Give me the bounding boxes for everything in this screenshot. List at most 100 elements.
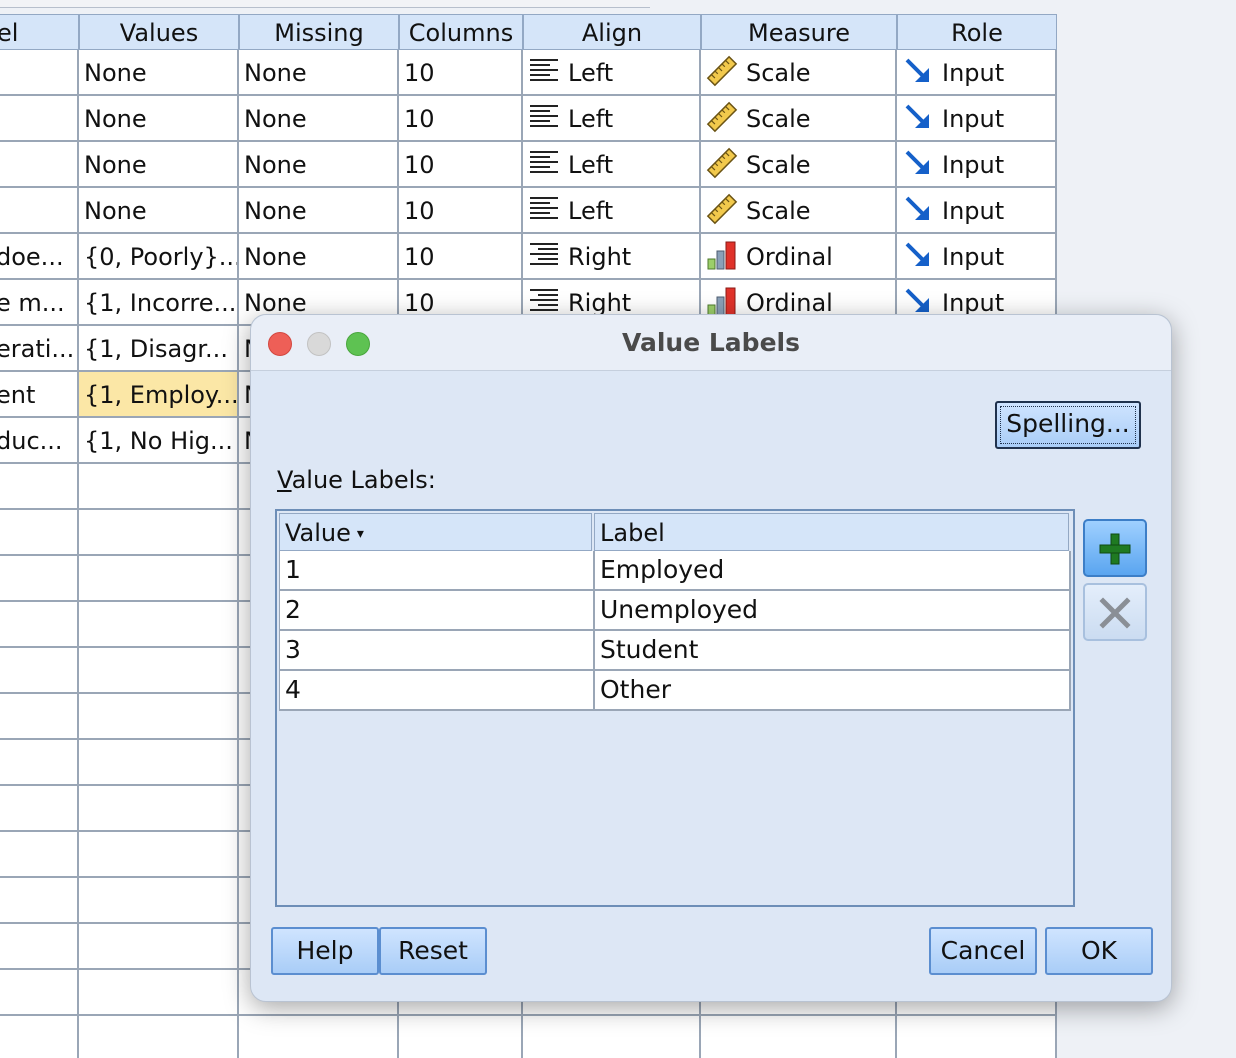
value-labels-table[interactable]: Value ▾ Label 1 Employed 2 Unemployed 3 Studen… xyxy=(275,509,1075,907)
empty-cell[interactable] xyxy=(79,694,239,740)
empty-cell[interactable] xyxy=(0,510,79,556)
role-column-header[interactable]: Role xyxy=(897,14,1057,50)
missing-column-header[interactable]: Missing xyxy=(239,14,399,50)
empty-cell[interactable] xyxy=(701,1016,897,1058)
measure-cell[interactable]: Scale xyxy=(701,50,897,96)
columns-cell[interactable]: 10 xyxy=(399,50,523,96)
missing-cell[interactable]: None xyxy=(239,96,399,142)
ok-button[interactable]: OK xyxy=(1045,927,1153,975)
table-row[interactable]: 2 Unemployed xyxy=(279,591,1071,631)
cancel-button[interactable]: Cancel xyxy=(929,927,1037,975)
table-row[interactable]: 1 Employed xyxy=(279,551,1071,591)
empty-cell[interactable] xyxy=(79,556,239,602)
align-cell[interactable]: Left xyxy=(523,96,701,142)
empty-cell[interactable] xyxy=(0,786,79,832)
missing-cell[interactable]: None xyxy=(239,188,399,234)
measure-cell[interactable]: Scale xyxy=(701,142,897,188)
close-window-button[interactable] xyxy=(268,332,292,356)
empty-cell[interactable] xyxy=(79,786,239,832)
empty-cell[interactable] xyxy=(0,648,79,694)
missing-cell[interactable]: None xyxy=(239,50,399,96)
value-cell[interactable]: 2 xyxy=(279,591,595,631)
empty-cell[interactable] xyxy=(79,510,239,556)
values-column-header[interactable]: Values xyxy=(79,14,239,50)
empty-cell[interactable] xyxy=(239,1016,399,1058)
values-cell[interactable]: None xyxy=(79,96,239,142)
empty-cell[interactable] xyxy=(0,924,79,970)
columns-cell[interactable]: 10 xyxy=(399,234,523,280)
align-cell[interactable]: Left xyxy=(523,188,701,234)
reset-button[interactable]: Reset xyxy=(379,927,487,975)
label-cell[interactable]: Employed xyxy=(595,551,1071,591)
label-cell[interactable]: ent xyxy=(0,372,79,418)
values-cell[interactable]: None xyxy=(79,142,239,188)
label-cell[interactable]: Other xyxy=(595,671,1071,711)
empty-cell[interactable] xyxy=(0,878,79,924)
empty-cell[interactable] xyxy=(79,602,239,648)
empty-cell[interactable] xyxy=(79,878,239,924)
measure-cell[interactable]: Scale xyxy=(701,96,897,142)
measure-column-header[interactable]: Measure xyxy=(701,14,897,50)
values-cell[interactable]: None xyxy=(79,50,239,96)
empty-cell[interactable] xyxy=(79,740,239,786)
label-cell[interactable]: erati... xyxy=(0,326,79,372)
measure-cell[interactable]: Ordinal xyxy=(701,234,897,280)
label-cell[interactable] xyxy=(0,188,79,234)
label-cell[interactable]: Student xyxy=(595,631,1071,671)
empty-cell[interactable] xyxy=(0,832,79,878)
table-row[interactable]: 4 Other xyxy=(279,671,1071,711)
role-cell[interactable]: Input xyxy=(897,50,1057,96)
add-label-button[interactable] xyxy=(1083,519,1147,577)
label-cell[interactable] xyxy=(0,96,79,142)
empty-cell[interactable] xyxy=(79,924,239,970)
label-cell[interactable] xyxy=(0,50,79,96)
empty-cell[interactable] xyxy=(79,970,239,1016)
value-column-header[interactable]: Value ▾ xyxy=(279,513,592,551)
table-row[interactable]: 3 Student xyxy=(279,631,1071,671)
zoom-window-button[interactable] xyxy=(346,332,370,356)
empty-cell[interactable] xyxy=(0,970,79,1016)
empty-cell[interactable] xyxy=(0,556,79,602)
label-column-header[interactable]: el xyxy=(0,14,79,50)
values-cell[interactable]: {1, No Hig... xyxy=(79,418,239,464)
values-cell[interactable]: {1, Incorre... xyxy=(79,280,239,326)
label-column-header[interactable]: Label xyxy=(594,513,1069,551)
label-cell[interactable]: e m... xyxy=(0,280,79,326)
empty-cell[interactable] xyxy=(79,464,239,510)
label-cell[interactable]: Unemployed xyxy=(595,591,1071,631)
empty-cell[interactable] xyxy=(0,602,79,648)
missing-cell[interactable]: None xyxy=(239,234,399,280)
help-button[interactable]: Help xyxy=(271,927,379,975)
values-cell[interactable]: {1, Employ... xyxy=(79,372,239,418)
align-cell[interactable]: Left xyxy=(523,142,701,188)
label-cell[interactable]: duc... xyxy=(0,418,79,464)
empty-cell[interactable] xyxy=(0,740,79,786)
minimize-window-button[interactable] xyxy=(307,332,331,356)
missing-cell[interactable]: None xyxy=(239,142,399,188)
empty-cell[interactable] xyxy=(79,648,239,694)
empty-cell[interactable] xyxy=(0,464,79,510)
value-cell[interactable]: 3 xyxy=(279,631,595,671)
empty-cell[interactable] xyxy=(399,1016,523,1058)
empty-cell[interactable] xyxy=(0,694,79,740)
remove-label-button[interactable] xyxy=(1083,583,1147,641)
columns-cell[interactable]: 10 xyxy=(399,96,523,142)
columns-cell[interactable]: 10 xyxy=(399,142,523,188)
empty-cell[interactable] xyxy=(0,1016,79,1058)
align-cell[interactable]: Left xyxy=(523,50,701,96)
values-cell[interactable]: {1, Disagr... xyxy=(79,326,239,372)
role-cell[interactable]: Input xyxy=(897,96,1057,142)
value-cell[interactable]: 4 xyxy=(279,671,595,711)
columns-cell[interactable]: 10 xyxy=(399,188,523,234)
empty-cell[interactable] xyxy=(897,1016,1057,1058)
empty-cell[interactable] xyxy=(523,1016,701,1058)
values-cell[interactable]: None xyxy=(79,188,239,234)
measure-cell[interactable]: Scale xyxy=(701,188,897,234)
empty-cell[interactable] xyxy=(79,1016,239,1058)
label-cell[interactable]: doe... xyxy=(0,234,79,280)
columns-column-header[interactable]: Columns xyxy=(399,14,523,50)
label-cell[interactable] xyxy=(0,142,79,188)
values-cell[interactable]: {0, Poorly}... xyxy=(79,234,239,280)
spelling-button[interactable]: Spelling... xyxy=(995,401,1141,449)
align-cell[interactable]: Right xyxy=(523,234,701,280)
